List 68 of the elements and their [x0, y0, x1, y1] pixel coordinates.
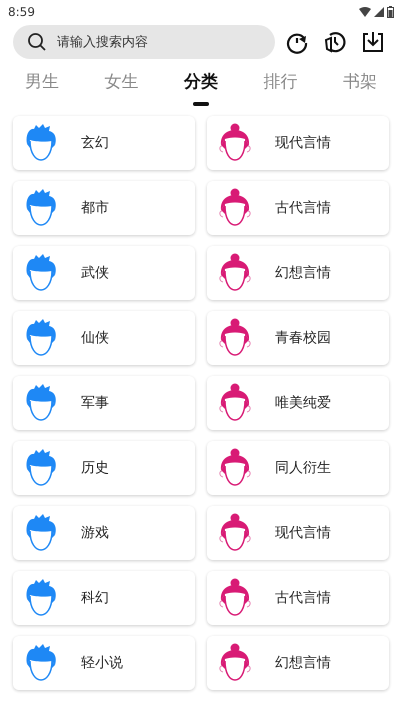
category-label: 幻想言情	[275, 654, 331, 672]
tab[interactable]: 书架	[343, 70, 377, 104]
girl-avatar-icon	[217, 643, 253, 683]
category-label: 武侠	[81, 264, 109, 282]
category-label: 古代言情	[275, 588, 331, 608]
category-label: 都市	[81, 198, 109, 218]
category-card[interactable]: 武侠	[13, 246, 195, 300]
search-icon	[27, 32, 47, 52]
girl-avatar-icon	[217, 318, 253, 358]
category-label: 游戏	[81, 524, 109, 542]
category-card[interactable]: 青春校园	[207, 311, 389, 365]
history-icon[interactable]	[323, 30, 347, 54]
boy-avatar-icon	[24, 384, 58, 422]
category-label: 历史	[81, 458, 109, 478]
boy-avatar-icon	[24, 449, 58, 487]
category-label: 同人衍生	[275, 458, 331, 478]
category-card[interactable]: 现代言情	[207, 506, 389, 560]
girl-avatar-icon	[217, 448, 253, 488]
girl-avatar-icon	[217, 383, 253, 423]
category-card[interactable]: 历史	[13, 441, 195, 495]
category-card[interactable]: 玄幻	[13, 116, 195, 170]
category-card[interactable]: 现代言情	[207, 116, 389, 170]
search-field[interactable]: 请输入搜索内容	[13, 25, 275, 59]
category-card[interactable]: 轻小说	[13, 636, 195, 690]
wifi-icon	[359, 7, 371, 17]
category-label: 青春校园	[275, 328, 331, 348]
boy-avatar-icon	[24, 579, 58, 617]
category-label: 军事	[81, 394, 109, 412]
girl-avatar-icon	[217, 578, 253, 618]
boy-avatar-icon	[24, 514, 58, 552]
battery-icon	[387, 6, 394, 18]
category-label: 幻想言情	[275, 264, 331, 282]
boy-avatar-icon	[24, 644, 58, 682]
category-label: 仙侠	[81, 328, 109, 348]
girl-avatar-icon	[217, 123, 253, 163]
category-label: 唯美纯爱	[275, 394, 331, 412]
boy-avatar-icon	[24, 319, 58, 357]
category-card[interactable]: 游戏	[13, 506, 195, 560]
tab[interactable]: 女生	[104, 70, 138, 104]
category-label: 古代言情	[275, 198, 331, 218]
girl-avatar-icon	[217, 188, 253, 228]
boy-avatar-icon	[24, 189, 58, 227]
status-time: 8:59	[8, 4, 35, 21]
category-card[interactable]: 古代言情	[207, 571, 389, 625]
tab-indicator	[193, 102, 209, 106]
girl-avatar-icon	[217, 253, 253, 293]
tab[interactable]: 分类	[184, 70, 218, 104]
boy-avatar-icon	[24, 124, 58, 162]
signal-icon	[374, 7, 384, 17]
category-card[interactable]: 幻想言情	[207, 246, 389, 300]
category-label: 科幻	[81, 588, 109, 608]
girl-avatar-icon	[217, 513, 253, 553]
category-label: 玄幻	[81, 134, 109, 152]
boy-avatar-icon	[24, 254, 58, 292]
category-card[interactable]: 古代言情	[207, 181, 389, 235]
category-card[interactable]: 幻想言情	[207, 636, 389, 690]
category-label: 现代言情	[275, 134, 331, 152]
category-card[interactable]: 科幻	[13, 571, 195, 625]
category-card[interactable]: 唯美纯爱	[207, 376, 389, 430]
tab[interactable]: 排行	[264, 70, 298, 104]
category-label: 现代言情	[275, 524, 331, 542]
category-card[interactable]: 都市	[13, 181, 195, 235]
category-card[interactable]: 军事	[13, 376, 195, 430]
category-card[interactable]: 仙侠	[13, 311, 195, 365]
category-label: 轻小说	[81, 654, 123, 672]
tab[interactable]: 男生	[25, 70, 59, 104]
category-card[interactable]: 同人衍生	[207, 441, 389, 495]
download-icon[interactable]	[361, 30, 385, 54]
